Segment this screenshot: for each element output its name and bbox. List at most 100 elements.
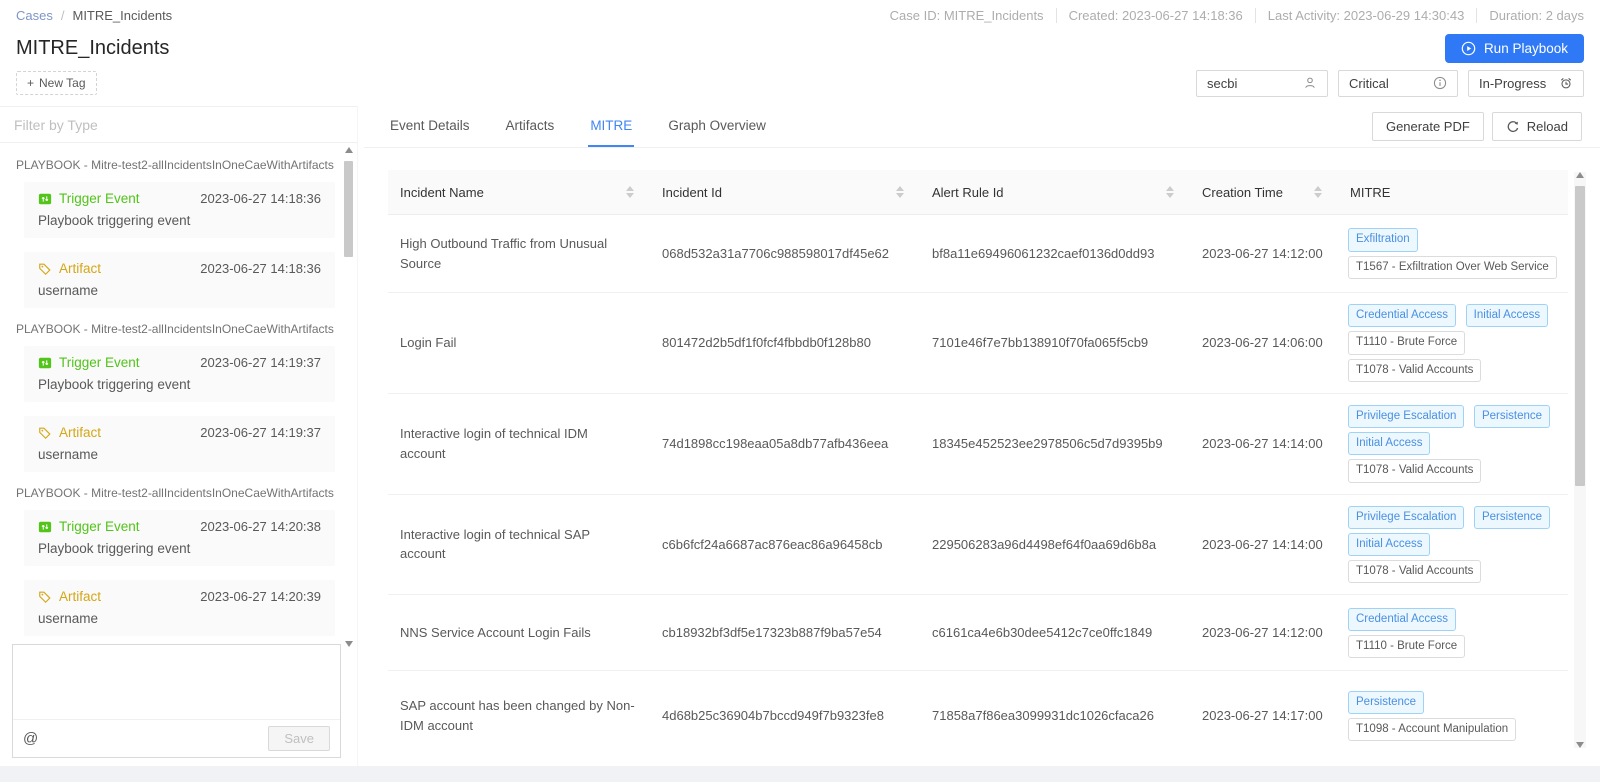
case-controls: secbi Critical In-Progress <box>1196 70 1584 97</box>
event-sidebar: PLAYBOOK - Mitre-test2-allIncidentsInOne… <box>0 106 358 766</box>
new-tag-label: New Tag <box>39 76 85 90</box>
col-label: Incident Name <box>400 185 484 200</box>
mitre-tactic-tag[interactable]: Persistence <box>1348 691 1424 714</box>
alert-rule-id: 18345e452523ee2978506c5d7d9395b9 <box>920 424 1190 464</box>
filter-by-type-input[interactable] <box>0 107 357 143</box>
tab-mitre[interactable]: MITRE <box>588 106 634 147</box>
event-card-trigger[interactable]: Trigger Event 2023-06-27 14:18:36 Playbo… <box>24 182 335 238</box>
save-comment-button[interactable]: Save <box>268 726 330 751</box>
sort-icon[interactable] <box>1314 186 1322 198</box>
event-desc: Playbook triggering event <box>38 377 321 392</box>
run-playbook-button[interactable]: Run Playbook <box>1445 34 1584 63</box>
mitre-technique-tag[interactable]: T1110 - Brute Force <box>1348 635 1465 658</box>
event-type-label: Artifact <box>59 425 101 440</box>
mitre-tags: Privilege Escalation Persistence Initial… <box>1338 394 1568 494</box>
reload-icon <box>1506 120 1520 134</box>
alert-rule-id: 7101e46f7e7bb138910f70fa065f5cb9 <box>920 323 1190 363</box>
trigger-event-icon <box>38 192 52 206</box>
assignee-select[interactable]: secbi <box>1196 70 1328 97</box>
mention-icon[interactable]: @ <box>23 730 38 747</box>
table-row[interactable]: Interactive login of technical SAP accou… <box>388 495 1568 596</box>
priority-select[interactable]: Critical <box>1338 70 1458 97</box>
tab-artifacts[interactable]: Artifacts <box>504 106 557 147</box>
mitre-technique-tag[interactable]: T1110 - Brute Force <box>1348 331 1465 354</box>
event-time: 2023-06-27 14:19:37 <box>200 425 321 440</box>
tab-graph-overview[interactable]: Graph Overview <box>666 106 768 147</box>
incident-name: SAP account has been changed by Non-IDM … <box>388 686 650 745</box>
mitre-technique-tag[interactable]: T1078 - Valid Accounts <box>1348 359 1481 382</box>
playbook-group: PLAYBOOK - Mitre-test2-allIncidentsInOne… <box>16 486 335 636</box>
scrollbar-thumb[interactable] <box>1575 186 1585 486</box>
event-time: 2023-06-27 14:19:37 <box>200 355 321 370</box>
mitre-tactic-tag[interactable]: Credential Access <box>1348 304 1456 327</box>
breadcrumb-cases-link[interactable]: Cases <box>16 8 53 23</box>
event-card-artifact[interactable]: Artifact 2023-06-27 14:19:37 username <box>24 416 335 472</box>
sort-icon[interactable] <box>896 186 904 198</box>
col-alert-rule-id[interactable]: Alert Rule Id <box>920 170 1190 214</box>
scroll-up-icon[interactable] <box>345 147 353 153</box>
tag-icon <box>38 426 52 440</box>
table-row[interactable]: Login Fail 801472d2b5df1f0fcf4fbbdb0f128… <box>388 293 1568 394</box>
reload-button[interactable]: Reload <box>1492 112 1582 141</box>
col-label: Alert Rule Id <box>932 185 1004 200</box>
mitre-tactic-tag[interactable]: Initial Access <box>1348 432 1430 455</box>
case-meta: Case ID: MITRE_Incidents Created: 2023-0… <box>878 8 1584 23</box>
case-last-activity-label: Last Activity: 2023-06-29 14:30:43 <box>1255 8 1477 23</box>
table-row[interactable]: SAP account has been changed by Non-IDM … <box>388 671 1568 752</box>
mitre-technique-tag[interactable]: T1098 - Account Manipulation <box>1348 718 1516 741</box>
table-row[interactable]: Interactive login of technical IDM accou… <box>388 394 1568 495</box>
stage-select[interactable]: In-Progress <box>1468 70 1584 97</box>
mitre-technique-tag[interactable]: T1078 - Valid Accounts <box>1348 560 1481 583</box>
sort-icon[interactable] <box>626 186 634 198</box>
sidebar-scrollbar[interactable] <box>344 147 354 647</box>
table-scrollbar[interactable] <box>1574 172 1586 748</box>
scroll-down-icon[interactable] <box>345 641 353 647</box>
info-circle-icon <box>1433 76 1447 90</box>
mitre-technique-tag[interactable]: T1078 - Valid Accounts <box>1348 459 1481 482</box>
event-card-trigger[interactable]: Trigger Event 2023-06-27 14:20:38 Playbo… <box>24 510 335 566</box>
playbook-group-header: PLAYBOOK - Mitre-test2-allIncidentsInOne… <box>16 322 335 336</box>
top-bar: Cases / MITRE_Incidents Case ID: MITRE_I… <box>0 0 1600 30</box>
col-incident-id[interactable]: Incident Id <box>650 170 920 214</box>
mitre-tactic-tag[interactable]: Credential Access <box>1348 608 1456 631</box>
creation-time: 2023-06-27 14:12:00 <box>1190 234 1338 274</box>
case-detail-page: Cases / MITRE_Incidents Case ID: MITRE_I… <box>0 0 1600 782</box>
col-label: MITRE <box>1350 185 1390 200</box>
comment-input[interactable] <box>13 645 340 719</box>
generate-pdf-button[interactable]: Generate PDF <box>1372 112 1484 141</box>
run-playbook-label: Run Playbook <box>1484 41 1568 56</box>
scroll-up-icon[interactable] <box>1576 172 1584 178</box>
event-card-artifact[interactable]: Artifact 2023-06-27 14:18:36 username <box>24 252 335 308</box>
mitre-tactic-tag[interactable]: Initial Access <box>1466 304 1548 327</box>
mitre-tactic-tag[interactable]: Privilege Escalation <box>1348 506 1464 529</box>
creation-time: 2023-06-27 14:17:00 <box>1190 696 1338 736</box>
mitre-tactic-tag[interactable]: Persistence <box>1474 506 1550 529</box>
event-time: 2023-06-27 14:18:36 <box>200 191 321 206</box>
main-panel: Event Details Artifacts MITRE Graph Over… <box>364 106 1600 766</box>
breadcrumb-separator: / <box>61 8 65 23</box>
scrollbar-thumb[interactable] <box>344 161 353 257</box>
event-card-trigger[interactable]: Trigger Event 2023-06-27 14:19:37 Playbo… <box>24 346 335 402</box>
creation-time: 2023-06-27 14:06:00 <box>1190 323 1338 363</box>
incident-id: c6b6fcf24a6687ac876eac86a96458cb <box>650 525 920 565</box>
col-creation-time[interactable]: Creation Time <box>1190 170 1338 214</box>
tag-icon <box>38 590 52 604</box>
mitre-tactic-tag[interactable]: Exfiltration <box>1348 228 1418 251</box>
scroll-down-icon[interactable] <box>1576 742 1584 748</box>
stage-value: In-Progress <box>1479 76 1546 91</box>
mitre-tactic-tag[interactable]: Initial Access <box>1348 533 1430 556</box>
person-icon <box>1303 76 1317 90</box>
table-row[interactable]: High Outbound Traffic from Unusual Sourc… <box>388 215 1568 293</box>
sort-icon[interactable] <box>1166 186 1174 198</box>
event-time: 2023-06-27 14:18:36 <box>200 261 321 276</box>
col-incident-name[interactable]: Incident Name <box>388 170 650 214</box>
new-tag-button[interactable]: + New Tag <box>16 71 97 95</box>
mitre-technique-tag[interactable]: T1567 - Exfiltration Over Web Service <box>1348 256 1557 279</box>
incident-name: Interactive login of technical SAP accou… <box>388 515 650 574</box>
tab-event-details[interactable]: Event Details <box>388 106 472 147</box>
mitre-tags: Credential Access T1110 - Brute Force <box>1338 597 1568 670</box>
table-row[interactable]: NNS Service Account Login Fails cb18932b… <box>388 595 1568 671</box>
event-card-artifact[interactable]: Artifact 2023-06-27 14:20:39 username <box>24 580 335 636</box>
mitre-tactic-tag[interactable]: Persistence <box>1474 405 1550 428</box>
mitre-tactic-tag[interactable]: Privilege Escalation <box>1348 405 1464 428</box>
